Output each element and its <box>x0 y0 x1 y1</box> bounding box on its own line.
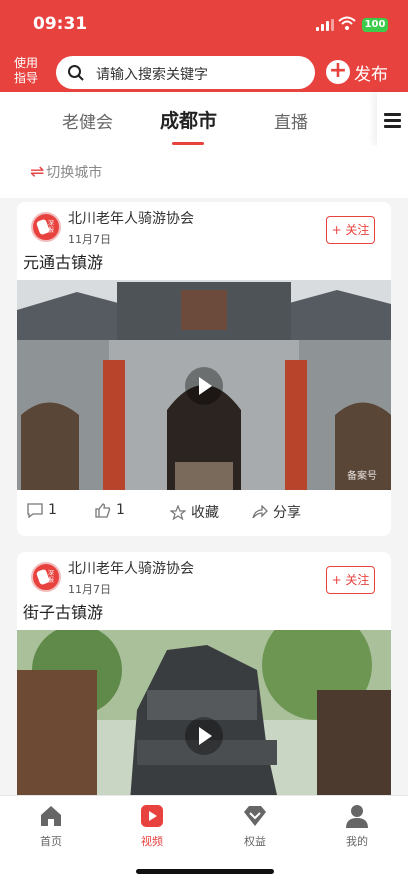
comment-button[interactable]: 1 <box>27 502 57 518</box>
tab-live[interactable]: 直播 <box>274 108 308 133</box>
nav-video-label: 视频 <box>141 835 163 848</box>
post-card[interactable]: 深报 北川老年人骑游协会 11月7日 + 关注 元通古镇游 备案号 1 1 收藏… <box>17 202 391 536</box>
wifi-icon <box>338 16 356 30</box>
home-indicator <box>136 869 274 874</box>
nav-home-label: 首页 <box>40 835 62 848</box>
avatar[interactable]: 深报 <box>31 562 61 592</box>
comment-count: 1 <box>48 502 57 518</box>
play-icon[interactable] <box>185 717 223 755</box>
avatar[interactable]: 深报 <box>31 212 61 242</box>
switch-city-label: 切换城市 <box>46 165 103 181</box>
collect-button[interactable]: 收藏 <box>170 502 219 522</box>
active-tab-indicator <box>172 142 204 145</box>
post-date: 11月7日 <box>68 583 111 596</box>
nav-video[interactable]: 视频 <box>122 804 182 849</box>
nav-benefits[interactable]: 权益 <box>225 804 285 849</box>
avatar-logo-text: 深报 <box>48 220 55 234</box>
nav-mine-label: 我的 <box>346 835 368 848</box>
star-icon <box>170 504 186 520</box>
nav-mine[interactable]: 我的 <box>327 804 387 849</box>
like-button[interactable]: 1 <box>95 502 125 518</box>
video-thumbnail[interactable]: 备案号 <box>17 280 391 490</box>
post-author[interactable]: 北川老年人骑游协会 <box>68 208 194 228</box>
post-actions: 1 1 收藏 分享 <box>17 502 391 526</box>
channel-menu-button[interactable] <box>377 92 408 146</box>
video-play-icon <box>141 805 163 827</box>
publish-button[interactable]: + 发布 <box>326 58 388 86</box>
thumbs-up-icon <box>95 502 111 518</box>
search-placeholder: 请输入搜索关键字 <box>96 67 208 83</box>
follow-button[interactable]: + 关注 <box>326 216 375 244</box>
status-time: 09:31 <box>33 14 88 34</box>
play-icon[interactable] <box>185 367 223 405</box>
post-date: 11月7日 <box>68 233 111 246</box>
collect-label: 收藏 <box>191 505 219 521</box>
status-bar: 09:31 100 <box>0 0 408 50</box>
avatar-logo-text: 深报 <box>48 570 55 584</box>
follow-button[interactable]: + 关注 <box>326 566 375 594</box>
share-button[interactable]: 分享 <box>252 502 301 522</box>
switch-city-bar: ⇌ 切换城市 <box>0 146 408 198</box>
search-icon <box>68 65 84 81</box>
video-thumbnail[interactable] <box>17 630 391 812</box>
post-title[interactable]: 街子古镇游 <box>23 599 103 623</box>
post-title[interactable]: 元通古镇游 <box>23 249 103 273</box>
tab-chengdu[interactable]: 成都市 <box>160 106 217 133</box>
switch-city-button[interactable]: ⇌ 切换城市 <box>30 162 102 182</box>
search-input[interactable]: 请输入搜索关键字 <box>56 56 315 89</box>
image-watermark: 备案号 <box>347 471 377 482</box>
nav-benefits-label: 权益 <box>244 835 266 848</box>
diamond-icon <box>244 806 266 826</box>
signal-icon <box>316 19 334 31</box>
plus-icon: + <box>326 60 350 84</box>
nav-home[interactable]: 首页 <box>21 804 81 849</box>
post-card[interactable]: 深报 北川老年人骑游协会 11月7日 + 关注 街子古镇游 <box>17 552 391 812</box>
channel-tabs: 老健会 成都市 直播 <box>0 92 408 146</box>
swap-arrows-icon: ⇌ <box>30 162 45 182</box>
user-icon <box>346 805 368 828</box>
tab-laojianhui[interactable]: 老健会 <box>62 108 113 133</box>
share-icon <box>252 504 268 518</box>
share-label: 分享 <box>273 505 301 521</box>
like-count: 1 <box>116 502 125 518</box>
comment-icon <box>27 502 43 518</box>
post-author[interactable]: 北川老年人骑游协会 <box>68 558 194 578</box>
battery-indicator: 100 <box>362 18 388 32</box>
app-header: 09:31 100 使用指导 请输入搜索关键字 + 发布 <box>0 0 408 92</box>
guide-button[interactable]: 使用指导 <box>10 56 42 86</box>
home-icon <box>41 806 61 826</box>
publish-label: 发布 <box>354 64 388 85</box>
